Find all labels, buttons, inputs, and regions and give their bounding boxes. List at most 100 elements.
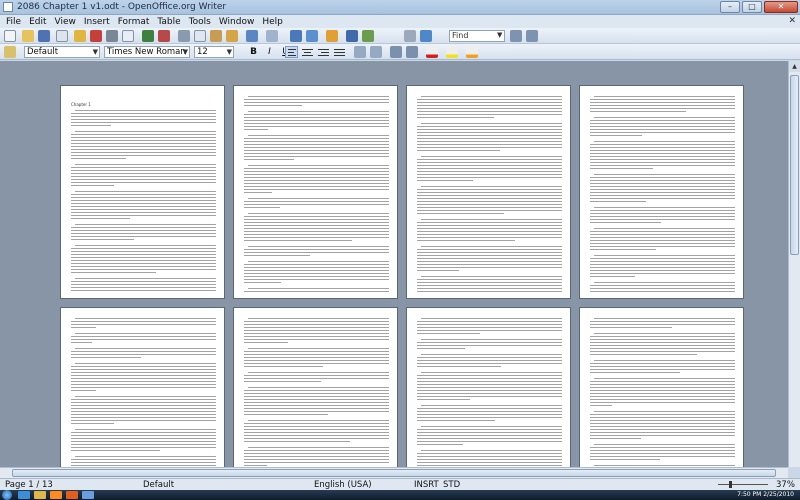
- firefox-icon[interactable]: [66, 491, 78, 499]
- font-name-select[interactable]: Times New Roman ▼: [104, 46, 190, 58]
- edit-file-icon[interactable]: [74, 30, 86, 42]
- paste-icon[interactable]: [210, 30, 222, 42]
- menu-tools[interactable]: Tools: [185, 17, 215, 27]
- close-document-icon[interactable]: ✕: [788, 16, 796, 26]
- clock[interactable]: 7:50 PM 2/25/2010: [737, 490, 794, 500]
- font-color-icon[interactable]: [426, 46, 438, 58]
- document-page[interactable]: [406, 307, 571, 467]
- text-line: [248, 96, 389, 97]
- folder-icon[interactable]: [34, 491, 46, 499]
- minimize-button[interactable]: –: [720, 1, 740, 13]
- page-style[interactable]: Default: [143, 480, 174, 490]
- text-line: [244, 186, 389, 187]
- email-icon[interactable]: [56, 30, 68, 42]
- navigator-icon[interactable]: [346, 30, 358, 42]
- media-player-icon[interactable]: [50, 491, 62, 499]
- decrease-indent-icon[interactable]: [390, 46, 402, 58]
- menu-file[interactable]: File: [2, 17, 25, 27]
- save-icon[interactable]: [38, 30, 50, 42]
- text-line: [71, 384, 216, 385]
- document-page[interactable]: [233, 307, 398, 467]
- writer-app-icon[interactable]: [3, 2, 13, 12]
- numbering-icon[interactable]: [354, 46, 366, 58]
- help-icon[interactable]: [420, 30, 432, 42]
- background-color-icon[interactable]: [466, 46, 478, 58]
- hyperlink-icon[interactable]: [290, 30, 302, 42]
- close-button[interactable]: ✕: [764, 1, 798, 13]
- menu-table[interactable]: Table: [153, 17, 184, 27]
- increase-indent-icon[interactable]: [406, 46, 418, 58]
- document-page[interactable]: [406, 85, 571, 299]
- vertical-scroll-thumb[interactable]: [790, 75, 799, 255]
- redo-icon[interactable]: [266, 30, 278, 42]
- document-page[interactable]: Chapter 1: [60, 85, 225, 299]
- bullets-icon[interactable]: [370, 46, 382, 58]
- menu-view[interactable]: View: [51, 17, 80, 27]
- page-preview-icon[interactable]: [122, 30, 134, 42]
- table-icon[interactable]: [306, 30, 318, 42]
- menu-format[interactable]: Format: [114, 17, 154, 27]
- new-document-icon[interactable]: [4, 30, 16, 42]
- align-center-icon[interactable]: [302, 47, 313, 57]
- zoom-slider[interactable]: [718, 484, 768, 485]
- vertical-scrollbar[interactable]: ▲: [788, 61, 800, 467]
- zoom-icon[interactable]: [404, 30, 416, 42]
- autospellcheck-icon[interactable]: [158, 30, 170, 42]
- menu-window[interactable]: Window: [215, 17, 259, 27]
- justify-icon[interactable]: [334, 47, 345, 57]
- copy-icon[interactable]: [194, 30, 206, 42]
- undo-icon[interactable]: [246, 30, 258, 42]
- bold-button[interactable]: B: [247, 46, 260, 58]
- document-page[interactable]: [579, 307, 744, 467]
- text-line: [417, 429, 562, 430]
- format-paintbrush-icon[interactable]: [226, 30, 238, 42]
- menu-help[interactable]: Help: [258, 17, 287, 27]
- styles-icon[interactable]: [4, 46, 16, 58]
- start-button[interactable]: [2, 490, 12, 500]
- text-line: [71, 414, 216, 415]
- document-page[interactable]: [60, 307, 225, 467]
- gallery-icon[interactable]: [362, 30, 374, 42]
- maximize-button[interactable]: □: [742, 1, 762, 13]
- ie-icon[interactable]: [18, 491, 30, 499]
- document-page[interactable]: [233, 85, 398, 299]
- align-right-icon[interactable]: [318, 47, 329, 57]
- language-indicator[interactable]: English (USA): [314, 480, 372, 490]
- zoom-slider-handle[interactable]: [729, 481, 732, 488]
- text-line: [71, 146, 216, 147]
- find-dropdown-icon[interactable]: ▼: [497, 31, 502, 39]
- font-size-select[interactable]: 12 ▼: [194, 46, 234, 58]
- open-icon[interactable]: [22, 30, 34, 42]
- menu-insert[interactable]: Insert: [80, 17, 114, 27]
- menu-edit[interactable]: Edit: [25, 17, 50, 27]
- text-line: [248, 318, 389, 319]
- horizontal-scrollbar[interactable]: [0, 467, 788, 478]
- highlight-icon[interactable]: [446, 46, 458, 58]
- zoom-level[interactable]: 37%: [776, 480, 795, 490]
- text-line: [417, 198, 562, 199]
- insert-mode[interactable]: INSRT: [414, 480, 439, 490]
- document-workspace[interactable]: Chapter 1: [0, 61, 788, 467]
- find-previous-icon[interactable]: [526, 30, 538, 42]
- export-pdf-icon[interactable]: [90, 30, 102, 42]
- scroll-up-icon[interactable]: ▲: [789, 61, 800, 72]
- find-next-icon[interactable]: [510, 30, 522, 42]
- print-icon[interactable]: [106, 30, 118, 42]
- draw-functions-icon[interactable]: [326, 30, 338, 42]
- align-left-button[interactable]: [285, 46, 298, 58]
- text-line: [71, 432, 216, 433]
- italic-button[interactable]: I: [263, 46, 276, 58]
- selection-mode[interactable]: STD: [443, 480, 460, 490]
- horizontal-scroll-thumb[interactable]: [12, 469, 776, 477]
- text-line: [71, 143, 216, 144]
- text-line: [590, 372, 681, 373]
- text-line: [590, 324, 735, 325]
- page-indicator[interactable]: Page 1 / 13: [5, 480, 53, 490]
- document-page[interactable]: [579, 85, 744, 299]
- writer-task-icon[interactable]: [82, 491, 94, 499]
- paragraph-style-select[interactable]: Default ▼: [24, 46, 100, 58]
- text-line: [244, 432, 389, 433]
- spellcheck-icon[interactable]: [142, 30, 154, 42]
- text-line: [590, 336, 735, 337]
- cut-icon[interactable]: [178, 30, 190, 42]
